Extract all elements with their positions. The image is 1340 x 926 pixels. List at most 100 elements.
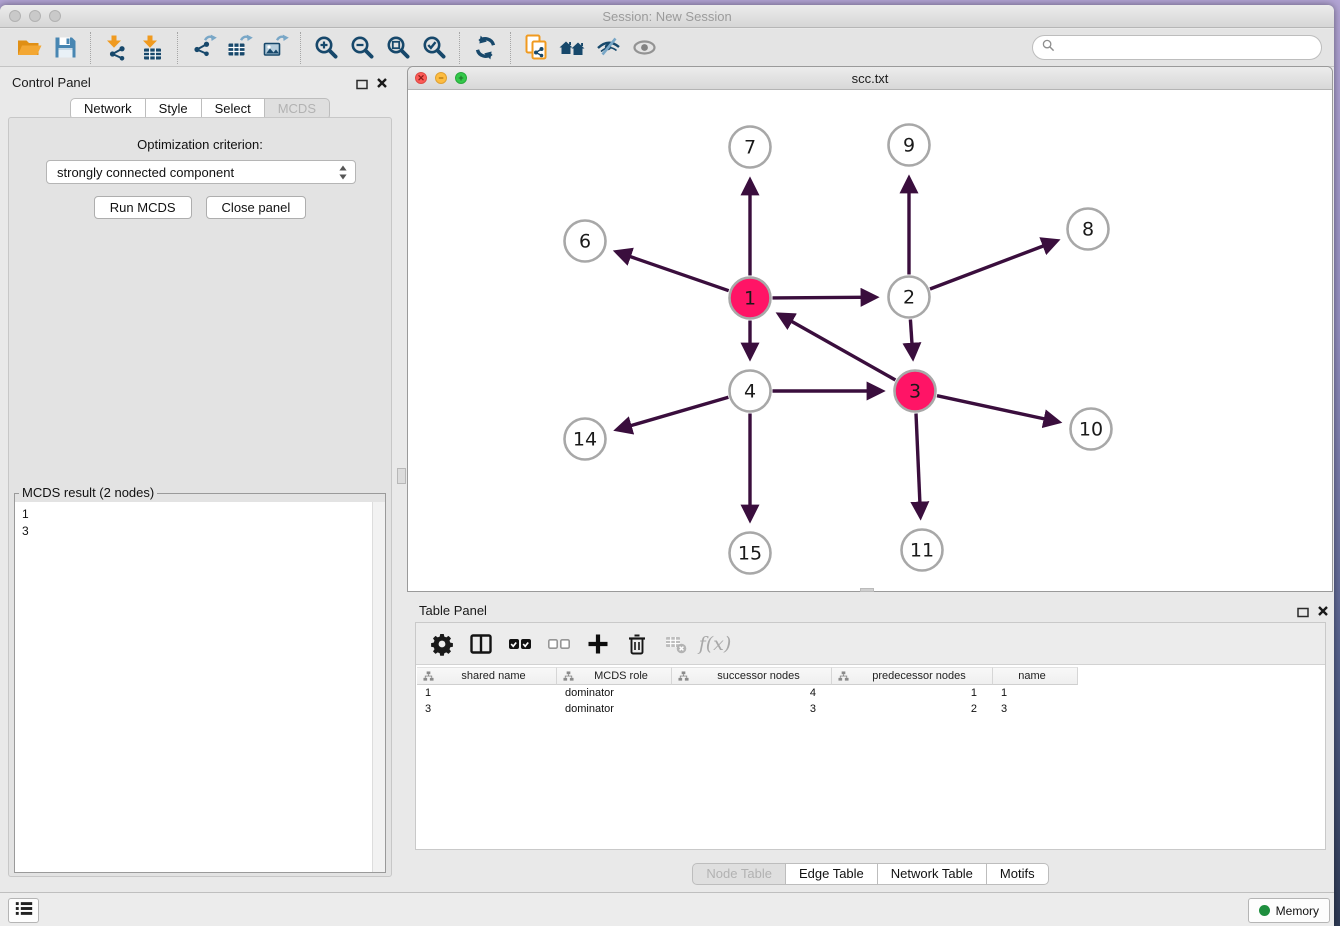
import-table-icon[interactable] bbox=[137, 33, 167, 63]
control-panel: Control Panel NetworkStyleSelectMCDS Opt… bbox=[0, 67, 400, 892]
node-label-6: 6 bbox=[579, 231, 591, 253]
export-network-icon[interactable] bbox=[188, 33, 218, 63]
node-1[interactable]: 1 bbox=[730, 278, 771, 319]
table-row[interactable]: 3dominator323 bbox=[417, 701, 1324, 717]
zoom-in-icon[interactable] bbox=[311, 33, 341, 63]
column-header-label: MCDS role bbox=[577, 670, 671, 682]
refresh-icon[interactable] bbox=[470, 33, 500, 63]
mcds-result-textarea[interactable]: 13 bbox=[15, 502, 385, 872]
node-2[interactable]: 2 bbox=[889, 277, 930, 318]
node-4[interactable]: 4 bbox=[730, 371, 771, 412]
mcds-panel: Optimization criterion: strongly connect… bbox=[8, 117, 392, 877]
save-icon[interactable] bbox=[50, 33, 80, 63]
node-15[interactable]: 15 bbox=[730, 533, 771, 574]
zoom-fit-icon[interactable] bbox=[383, 33, 413, 63]
node-6[interactable]: 6 bbox=[565, 221, 606, 262]
float-panel-icon[interactable] bbox=[356, 77, 368, 95]
home-icon[interactable] bbox=[557, 33, 587, 63]
column-header-predecessor-nodes[interactable]: predecessor nodes bbox=[832, 667, 993, 685]
node-7[interactable]: 7 bbox=[730, 127, 771, 168]
close-panel-button[interactable]: Close panel bbox=[206, 196, 307, 219]
zoom-out-icon[interactable] bbox=[347, 33, 377, 63]
node-10[interactable]: 10 bbox=[1071, 409, 1112, 450]
close-table-panel-icon[interactable] bbox=[1317, 604, 1329, 622]
table-tab-node-table[interactable]: Node Table bbox=[692, 863, 786, 885]
export-image-icon[interactable] bbox=[260, 33, 290, 63]
edge-2-3[interactable] bbox=[910, 320, 913, 358]
toolbar-group bbox=[178, 33, 300, 63]
close-panel-icon[interactable] bbox=[376, 76, 388, 94]
import-network-icon[interactable] bbox=[101, 33, 131, 63]
table-tab-edge-table[interactable]: Edge Table bbox=[786, 863, 878, 885]
splitter-grip[interactable] bbox=[397, 468, 406, 484]
column-header-name[interactable]: name bbox=[993, 667, 1078, 685]
search-input[interactable] bbox=[1061, 38, 1321, 58]
show-all-icon[interactable] bbox=[629, 33, 659, 63]
zoom-selected-icon[interactable] bbox=[419, 33, 449, 63]
edge-3-10[interactable] bbox=[937, 396, 1058, 422]
column-type-icon bbox=[563, 671, 574, 682]
node-label-7: 7 bbox=[744, 137, 756, 159]
mcds-result-title: MCDS result (2 nodes) bbox=[19, 485, 157, 500]
edge-2-8[interactable] bbox=[930, 241, 1057, 289]
table-header-row: shared name MCDS rolesuccessor nodesprede… bbox=[417, 667, 1324, 685]
clone-network-icon[interactable] bbox=[521, 33, 551, 63]
deselect-all-icon[interactable] bbox=[547, 632, 571, 656]
edge-4-14[interactable] bbox=[617, 397, 728, 429]
edge-3-1[interactable] bbox=[779, 314, 895, 380]
node-9[interactable]: 9 bbox=[889, 125, 930, 166]
cell-name[interactable]: 3 bbox=[993, 703, 1078, 715]
run-mcds-button[interactable]: Run MCDS bbox=[94, 196, 192, 219]
table-tab-motifs[interactable]: Motifs bbox=[987, 863, 1049, 885]
edge-1-6[interactable] bbox=[617, 252, 729, 291]
task-history-button[interactable] bbox=[8, 898, 39, 923]
cell-shared-name[interactable]: 1 bbox=[417, 687, 557, 699]
cell-predecessor-nodes[interactable]: 1 bbox=[832, 687, 993, 699]
cell-successor-nodes[interactable]: 3 bbox=[672, 703, 832, 715]
network-canvas[interactable]: 7 9 6 8 1 2 4 3 14 10 15 11 bbox=[408, 90, 1332, 591]
cell-successor-nodes[interactable]: 4 bbox=[672, 687, 832, 699]
table-row[interactable]: 1dominator411 bbox=[417, 685, 1324, 701]
export-table-icon[interactable] bbox=[224, 33, 254, 63]
horizontal-splitter-grip[interactable] bbox=[860, 588, 874, 592]
edge-3-11[interactable] bbox=[916, 414, 921, 517]
mac-title-bar: Session: New Session bbox=[0, 5, 1334, 28]
node-label-4: 4 bbox=[744, 381, 756, 403]
edge-1-2[interactable] bbox=[773, 297, 876, 298]
column-header-shared-name[interactable]: shared name bbox=[417, 667, 557, 685]
add-row-icon[interactable] bbox=[586, 632, 610, 656]
node-8[interactable]: 8 bbox=[1068, 209, 1109, 250]
table-tab-network-table[interactable]: Network Table bbox=[878, 863, 987, 885]
cell-name[interactable]: 1 bbox=[993, 687, 1078, 699]
column-header-successor-nodes[interactable]: successor nodes bbox=[672, 667, 832, 685]
cell-predecessor-nodes[interactable]: 2 bbox=[832, 703, 993, 715]
window-title: Session: New Session bbox=[0, 5, 1334, 28]
node-label-9: 9 bbox=[903, 135, 915, 157]
mcds-result-lines: 13 bbox=[22, 506, 29, 540]
node-11[interactable]: 11 bbox=[902, 530, 943, 571]
result-scrollbar[interactable] bbox=[372, 502, 385, 872]
node-label-1: 1 bbox=[744, 288, 756, 310]
cell-mcds-role[interactable]: dominator bbox=[557, 687, 672, 699]
column-header-label: name bbox=[993, 670, 1077, 682]
memory-button[interactable]: Memory bbox=[1248, 898, 1330, 923]
delete-table-icon[interactable] bbox=[664, 632, 688, 656]
column-header-mcds-role[interactable]: MCDS role bbox=[557, 667, 672, 685]
node-14[interactable]: 14 bbox=[565, 419, 606, 460]
delete-row-icon[interactable] bbox=[625, 632, 649, 656]
gear-icon[interactable] bbox=[430, 632, 454, 656]
cell-shared-name[interactable]: 3 bbox=[417, 703, 557, 715]
open-folder-icon[interactable] bbox=[14, 33, 44, 63]
columns-icon[interactable] bbox=[469, 632, 493, 656]
criterion-dropdown[interactable]: strongly connected component bbox=[46, 160, 356, 184]
cell-mcds-role[interactable]: dominator bbox=[557, 703, 672, 715]
table-body: 1dominator4113dominator323 bbox=[417, 685, 1324, 717]
table-panel-title: Table Panel bbox=[419, 603, 487, 618]
search-field[interactable] bbox=[1032, 35, 1322, 60]
hide-selected-icon[interactable] bbox=[593, 33, 623, 63]
node-3[interactable]: 3 bbox=[895, 371, 936, 412]
memory-label: Memory bbox=[1276, 904, 1319, 918]
select-all-icon[interactable] bbox=[508, 632, 532, 656]
function-icon[interactable]: f(x) bbox=[703, 632, 727, 656]
float-table-panel-icon[interactable] bbox=[1297, 605, 1309, 623]
